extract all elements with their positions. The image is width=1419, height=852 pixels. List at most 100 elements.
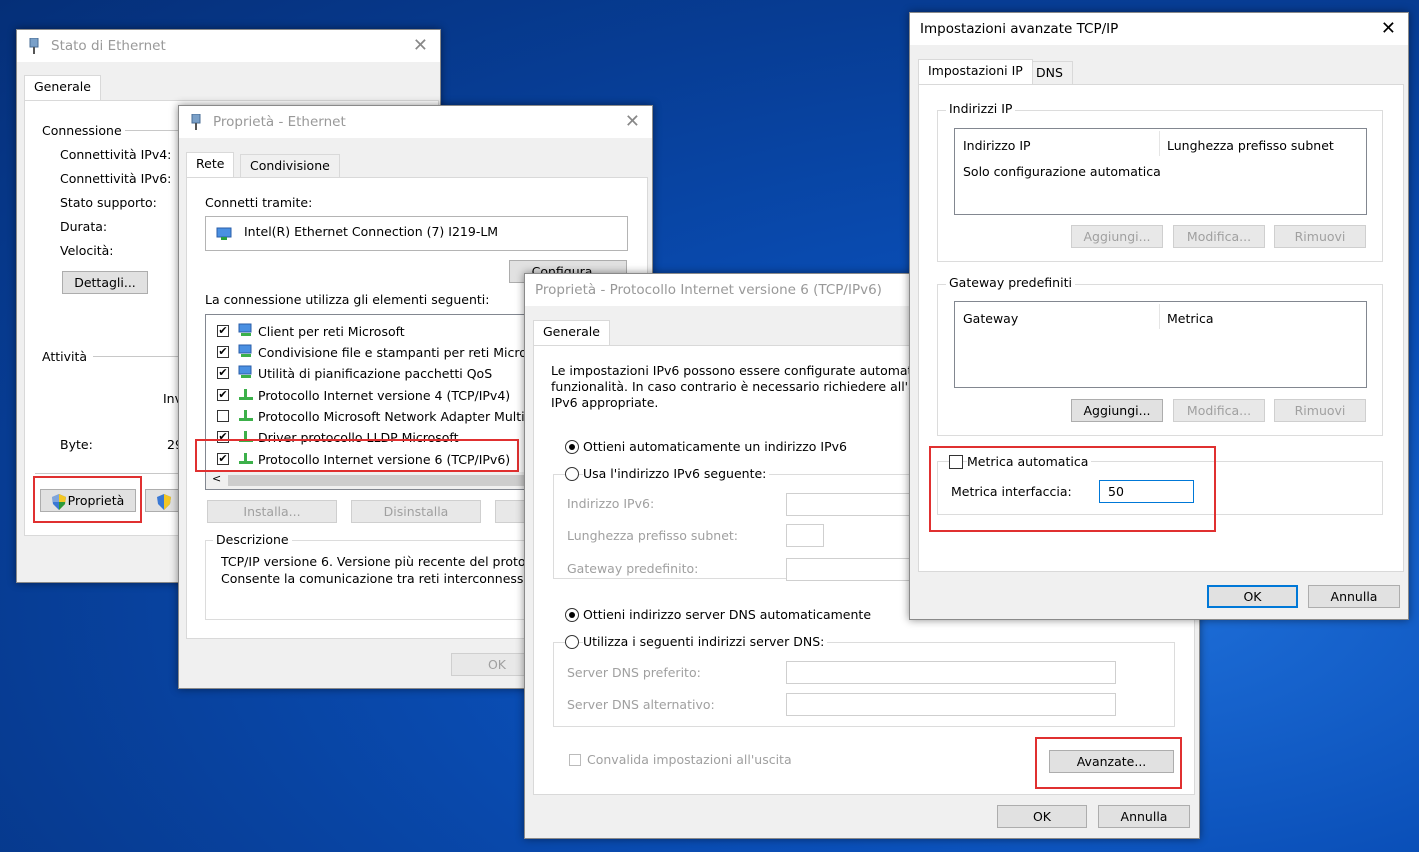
scrollbar-thumb[interactable] bbox=[228, 475, 528, 486]
item-label: Client per reti Microsoft bbox=[258, 324, 405, 339]
prefix-length-input[interactable] bbox=[786, 524, 824, 547]
tab-rete[interactable]: Rete bbox=[186, 152, 235, 177]
highlight-properties bbox=[33, 476, 142, 523]
ok-button[interactable]: OK bbox=[997, 805, 1087, 828]
qos-icon bbox=[238, 365, 252, 378]
label-ipv4: Connettività IPv4: bbox=[60, 147, 172, 162]
bytes-label: Byte: bbox=[60, 437, 93, 452]
highlight-metric bbox=[929, 446, 1216, 532]
item-label: Protocollo Internet versione 4 (TCP/IPv4… bbox=[258, 388, 511, 403]
column-separator bbox=[1159, 131, 1160, 156]
description-label: Descrizione bbox=[213, 532, 292, 547]
close-icon[interactable]: ✕ bbox=[1381, 18, 1396, 39]
ip-col-header[interactable]: Indirizzo IP bbox=[963, 138, 1031, 153]
gateway-col-header[interactable]: Gateway bbox=[963, 311, 1018, 326]
scroll-left-icon[interactable]: < bbox=[212, 472, 221, 485]
network-adapter-icon bbox=[216, 227, 232, 240]
checkbox[interactable]: ✔ bbox=[217, 325, 229, 337]
tab-ip-settings[interactable]: Impostazioni IP bbox=[918, 59, 1033, 84]
radio-auto-dns[interactable] bbox=[565, 608, 579, 622]
highlight-ipv6-item bbox=[195, 439, 519, 472]
gateway-add-button[interactable]: Aggiungi... bbox=[1071, 399, 1163, 422]
desktop: { "status_window": { "title": "Stato di … bbox=[0, 0, 1419, 852]
alternate-dns-input[interactable] bbox=[786, 693, 1116, 716]
column-separator bbox=[1159, 304, 1160, 329]
label-duration: Durata: bbox=[60, 219, 108, 234]
items-label: La connessione utilizza gli elementi seg… bbox=[205, 292, 490, 307]
validate-label: Convalida impostazioni all'uscita bbox=[587, 752, 792, 767]
protocol-icon bbox=[239, 389, 253, 400]
ip-edit-button[interactable]: Modifica... bbox=[1173, 225, 1265, 248]
close-icon[interactable]: ✕ bbox=[625, 111, 640, 132]
window-title: Proprietà - Protocollo Internet versione… bbox=[535, 282, 882, 298]
title-bar[interactable]: Stato di Ethernet ✕ bbox=[17, 30, 440, 62]
checkbox[interactable]: ✔ bbox=[217, 389, 229, 401]
item-label: Protocollo Microsoft Network Adapter Mul… bbox=[258, 409, 564, 424]
label-ipv6: Connettività IPv6: bbox=[60, 171, 172, 186]
close-icon[interactable]: ✕ bbox=[413, 35, 428, 56]
gateway-group-label: Gateway predefiniti bbox=[946, 275, 1075, 290]
ethernet-icon bbox=[191, 114, 201, 130]
title-bar[interactable]: Impostazioni avanzate TCP/IP ✕ bbox=[910, 13, 1408, 45]
ip-group-label: Indirizzi IP bbox=[946, 101, 1016, 116]
cancel-button[interactable]: Annulla bbox=[1308, 585, 1400, 608]
adapter-field: Intel(R) Ethernet Connection (7) I219-LM bbox=[205, 216, 628, 251]
details-button[interactable]: Dettagli... bbox=[62, 271, 148, 294]
item-label: Condivisione file e stampanti per reti M… bbox=[258, 345, 551, 360]
validate-checkbox[interactable] bbox=[569, 754, 581, 766]
ip-add-button[interactable]: Aggiungi... bbox=[1071, 225, 1163, 248]
radio-auto-ipv6-label[interactable]: Ottieni automaticamente un indirizzo IPv… bbox=[583, 439, 847, 454]
network-client-icon bbox=[238, 323, 252, 336]
uac-shield-icon bbox=[157, 493, 171, 510]
preferred-dns-input[interactable] bbox=[786, 661, 1116, 684]
radio-manual-dns[interactable] bbox=[565, 635, 579, 649]
ip-address-list[interactable]: Indirizzo IP Lunghezza prefisso subnet S… bbox=[954, 128, 1367, 215]
ok-button[interactable]: OK bbox=[1207, 585, 1298, 608]
prefix-col-header[interactable]: Lunghezza prefisso subnet bbox=[1167, 138, 1334, 153]
window-title: Stato di Ethernet bbox=[51, 38, 166, 54]
alternate-dns-label: Server DNS alternativo: bbox=[567, 697, 715, 712]
tab-generale[interactable]: Generale bbox=[533, 320, 610, 345]
label-media-state: Stato supporto: bbox=[60, 195, 157, 210]
preferred-dns-label: Server DNS preferito: bbox=[567, 665, 701, 680]
radio-manual-ipv6[interactable] bbox=[565, 467, 579, 481]
highlight-advanced bbox=[1035, 737, 1182, 789]
radio-auto-ipv6[interactable] bbox=[565, 440, 579, 454]
tab-generale[interactable]: Generale bbox=[24, 75, 101, 100]
default-gateway-label: Gateway predefinito: bbox=[567, 561, 699, 576]
file-sharing-icon bbox=[238, 344, 252, 357]
label-speed: Velocità: bbox=[60, 243, 114, 258]
gateway-edit-button[interactable]: Modifica... bbox=[1173, 399, 1265, 422]
checkbox[interactable]: ✔ bbox=[217, 346, 229, 358]
gateway-list[interactable]: Gateway Metrica bbox=[954, 301, 1367, 388]
radio-manual-ipv6-label[interactable]: Usa l'indirizzo IPv6 seguente: bbox=[583, 466, 770, 481]
section-activity: Attività bbox=[42, 349, 88, 364]
window-title: Proprietà - Ethernet bbox=[213, 114, 346, 130]
description-line-1: TCP/IP versione 6. Versione più recente … bbox=[221, 554, 555, 569]
ethernet-icon bbox=[29, 38, 39, 54]
uninstall-button[interactable]: Disinstalla bbox=[351, 500, 481, 523]
metric-col-header[interactable]: Metrica bbox=[1167, 311, 1214, 326]
advanced-tcpip-window: Impostazioni avanzate TCP/IP ✕ Impostazi… bbox=[909, 12, 1409, 620]
window-title: Impostazioni avanzate TCP/IP bbox=[920, 21, 1119, 37]
protocol-icon bbox=[239, 410, 253, 421]
tab-condivisione[interactable]: Condivisione bbox=[240, 154, 340, 177]
connect-using-label: Connetti tramite: bbox=[205, 195, 313, 210]
intro-line-1: Le impostazioni IPv6 possono essere conf… bbox=[551, 363, 971, 378]
cancel-button[interactable]: Annulla bbox=[1098, 805, 1190, 828]
tab-dns[interactable]: DNS bbox=[1026, 61, 1073, 84]
radio-auto-dns-label[interactable]: Ottieni indirizzo server DNS automaticam… bbox=[583, 607, 871, 622]
ip-list-row[interactable]: Solo configurazione automatica bbox=[963, 164, 1161, 179]
title-bar[interactable]: Proprietà - Ethernet ✕ bbox=[179, 106, 652, 138]
ipv6-address-label: Indirizzo IPv6: bbox=[567, 496, 655, 511]
adapter-name: Intel(R) Ethernet Connection (7) I219-LM bbox=[244, 224, 499, 239]
checkbox[interactable]: ✔ bbox=[217, 367, 229, 379]
prefix-length-label: Lunghezza prefisso subnet: bbox=[567, 528, 738, 543]
ip-remove-button[interactable]: Rimuovi bbox=[1274, 225, 1366, 248]
intro-line-3: IPv6 appropriate. bbox=[551, 395, 659, 410]
checkbox[interactable] bbox=[217, 410, 229, 422]
section-connection: Connessione bbox=[42, 123, 122, 138]
radio-manual-dns-label[interactable]: Utilizza i seguenti indirizzi server DNS… bbox=[583, 634, 828, 649]
gateway-remove-button[interactable]: Rimuovi bbox=[1274, 399, 1366, 422]
install-button[interactable]: Installa... bbox=[207, 500, 337, 523]
